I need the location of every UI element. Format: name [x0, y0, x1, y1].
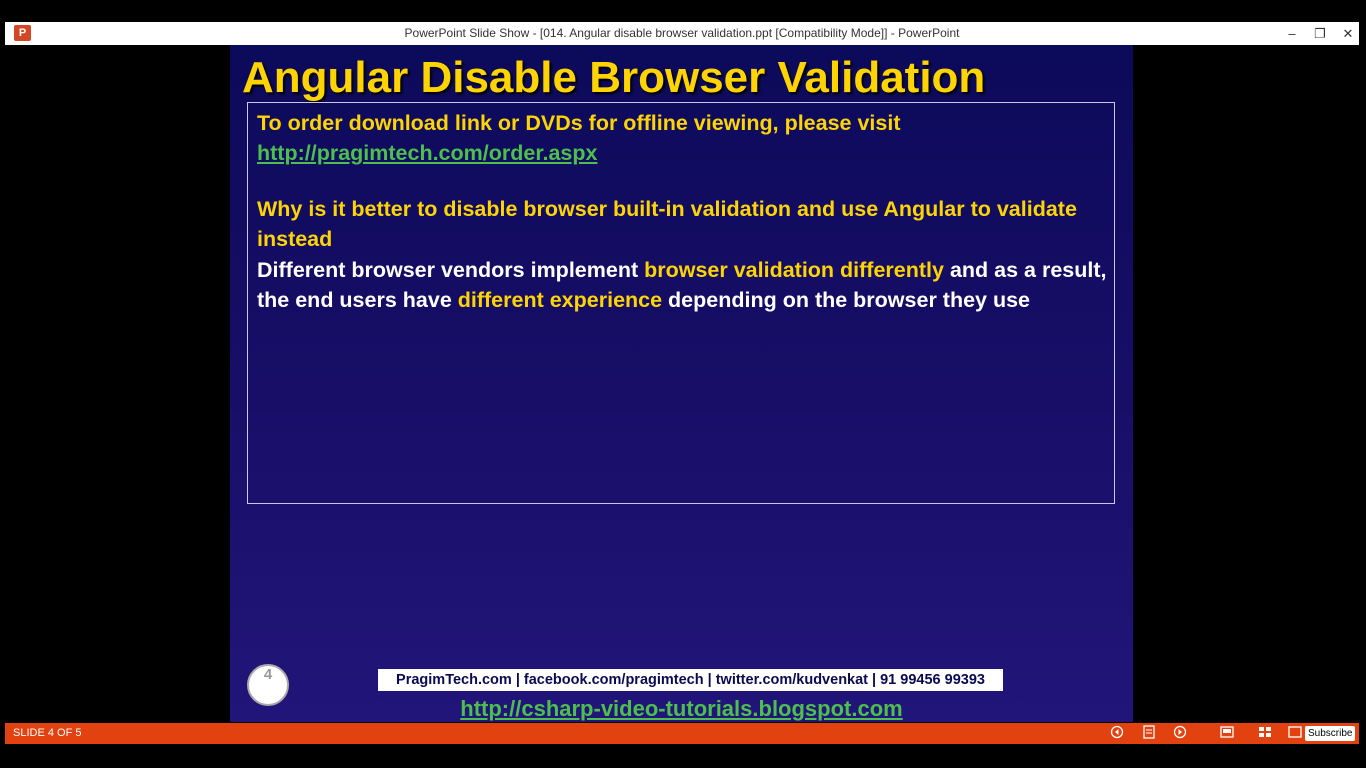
window-titlebar: P PowerPoint Slide Show - [014. Angular …: [5, 22, 1359, 45]
answer-part: depending on the browser they use: [662, 288, 1031, 312]
content-box: To order download link or DVDs for offli…: [247, 102, 1115, 504]
normal-view-icon[interactable]: [1217, 725, 1237, 742]
footer-blog-link[interactable]: http://csharp-video-tutorials.blogspot.c…: [230, 696, 1133, 722]
reading-view-icon[interactable]: [1285, 725, 1305, 742]
order-text: To order download link or DVDs for offli…: [257, 111, 901, 135]
slide-sorter-icon[interactable]: [1255, 725, 1275, 742]
slideshow-statusbar: SLIDE 4 OF 5 Subscribe: [5, 723, 1359, 744]
slide-canvas[interactable]: Angular Disable Browser Validation To or…: [230, 45, 1133, 722]
next-icon[interactable]: [1170, 725, 1190, 742]
close-button[interactable]: ✕: [1336, 24, 1360, 43]
restore-button[interactable]: ❐: [1308, 24, 1332, 43]
footer-contact-info: PragimTech.com | facebook.com/pragimtech…: [378, 669, 1003, 691]
slide-counter: SLIDE 4 OF 5: [13, 727, 82, 739]
minimize-button[interactable]: –: [1280, 24, 1304, 43]
answer-part: Different browser vendors implement: [257, 258, 645, 282]
slide-title: Angular Disable Browser Validation: [242, 53, 986, 102]
subscribe-button[interactable]: Subscribe: [1305, 726, 1356, 741]
answer-highlight: browser validation differently: [644, 258, 944, 282]
answer-text: Different browser vendors implement brow…: [257, 255, 1107, 315]
order-link[interactable]: http://pragimtech.com/order.aspx: [257, 138, 1107, 168]
question-text: Why is it better to disable browser buil…: [257, 197, 1077, 251]
previous-icon[interactable]: [1107, 725, 1127, 742]
window-title: PowerPoint Slide Show - [014. Angular di…: [404, 26, 960, 40]
menu-icon[interactable]: [1139, 725, 1159, 742]
answer-highlight: different experience: [457, 288, 663, 312]
